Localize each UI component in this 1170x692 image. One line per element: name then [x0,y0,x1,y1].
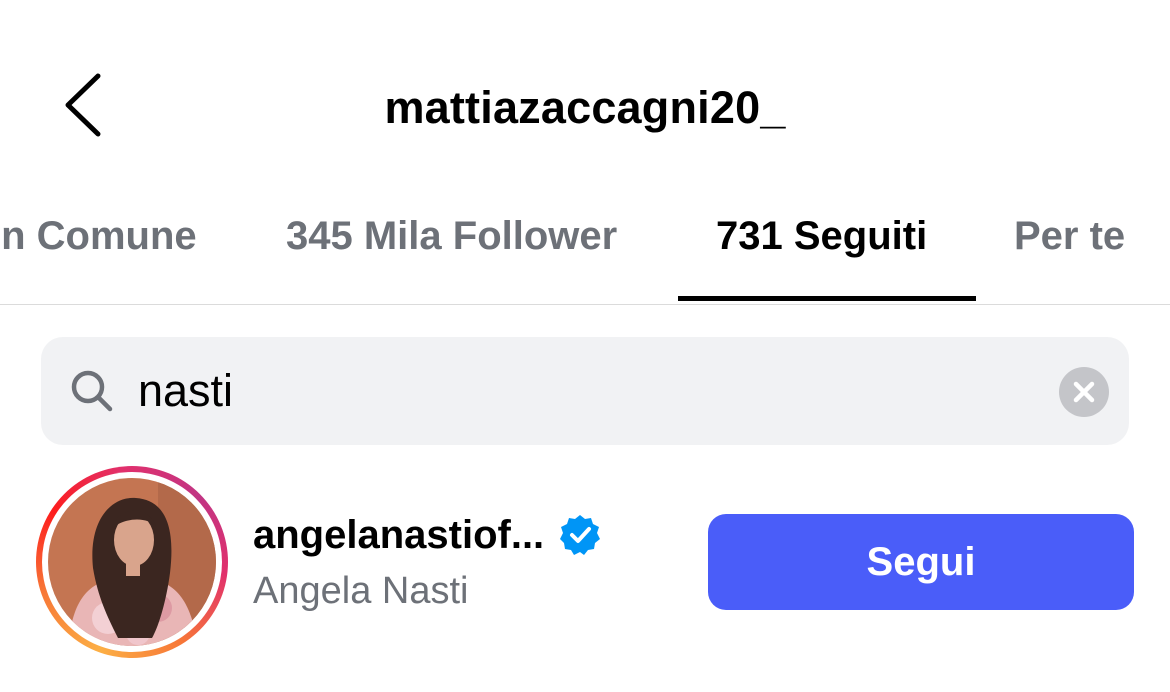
tab-bar: In Comune 345 Mila Follower 731 Seguiti … [0,196,1170,305]
search-bar [41,337,1129,445]
avatar[interactable] [48,478,216,646]
tab-following[interactable]: 731 Seguiti [716,214,927,259]
clear-search-button[interactable] [1059,367,1109,417]
search-icon [71,370,113,412]
tab-per-te[interactable]: Per te [1014,214,1125,259]
header: mattiazaccagni20_ [0,0,1170,200]
active-tab-indicator [678,296,976,301]
page-title: mattiazaccagni20_ [384,82,786,133]
follow-button[interactable]: Segui [708,514,1134,610]
username[interactable]: angelanastiof... [253,513,544,558]
story-ring [36,466,228,658]
clear-icon [1073,381,1095,403]
search-input[interactable] [138,363,1018,419]
profile-photo [48,478,216,646]
list-item[interactable]: angelanastiof... Angela Nasti Segui [0,460,1170,670]
full-name: Angela Nasti [253,570,469,612]
verified-badge-icon [560,515,601,555]
tab-in-comune[interactable]: In Comune [0,214,197,259]
tab-followers[interactable]: 345 Mila Follower [286,214,617,259]
